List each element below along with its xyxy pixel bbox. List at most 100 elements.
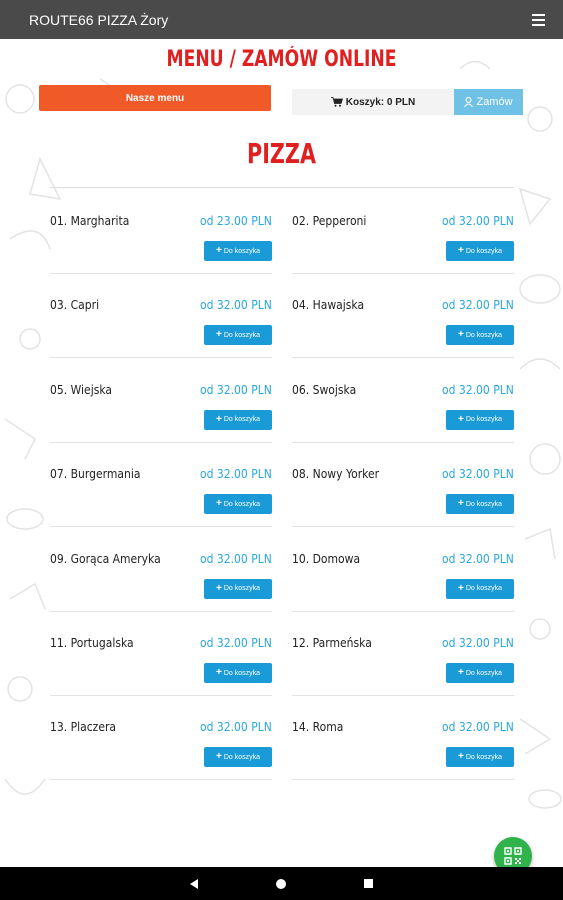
recents-square-icon[interactable] <box>364 879 373 888</box>
app-bar: ROUTE66 PIZZA Żory <box>0 0 563 39</box>
item-name: 08. Nowy Yorker <box>292 467 380 482</box>
item-price: od 23.00 PLN <box>200 214 272 228</box>
divider <box>50 441 272 443</box>
plus-icon: + <box>215 667 222 678</box>
shopping-cart-icon <box>330 97 343 107</box>
menu-item: 07. Burgermania od 32.00 PLN + Do koszyka <box>50 467 272 551</box>
menu-item: 06. Swojska od 32.00 PLN + Do koszyka <box>292 383 514 467</box>
item-price: od 32.00 PLN <box>442 636 514 650</box>
divider <box>50 695 272 696</box>
order-button[interactable]: Zamów <box>454 89 523 115</box>
add-to-cart-label: Do koszyka <box>223 247 261 255</box>
divider <box>50 273 272 274</box>
cart-summary[interactable]: Koszyk: 0 PLN <box>292 89 454 115</box>
item-name: 11. Portugalska <box>50 636 134 650</box>
menu-item: 10. Domowa od 32.00 PLN + Do koszyka <box>292 552 514 636</box>
plus-icon: + <box>457 245 464 256</box>
item-price: od 32.00 PLN <box>200 636 272 650</box>
add-to-cart-button[interactable]: + Do koszyka <box>204 241 272 261</box>
add-to-cart-button[interactable]: + Do koszyka <box>446 578 514 599</box>
hamburger-menu-icon[interactable] <box>527 9 549 31</box>
item-name: 02. Pepperoni <box>292 214 367 228</box>
divider <box>292 441 514 443</box>
add-to-cart-label: Do koszyka <box>223 416 261 424</box>
plus-icon: + <box>215 413 222 425</box>
add-to-cart-label: Do koszyka <box>465 247 503 255</box>
back-triangle-icon[interactable] <box>190 878 198 889</box>
plus-icon: + <box>215 751 222 763</box>
add-to-cart-button[interactable]: + Do koszyka <box>204 325 272 346</box>
item-price: od 32.00 PLN <box>442 382 514 397</box>
add-to-cart-label: Do koszyka <box>465 753 503 761</box>
item-name: 01. Margharita <box>50 214 130 228</box>
item-name: 14. Roma <box>292 720 344 735</box>
item-price: od 32.00 PLN <box>442 551 514 566</box>
add-to-cart-label: Do koszyka <box>223 500 261 508</box>
divider <box>292 273 514 274</box>
item-price: od 32.00 PLN <box>442 214 514 228</box>
add-to-cart-button[interactable]: + Do koszyka <box>204 409 272 430</box>
item-name: 04. Hawajska <box>292 298 365 313</box>
plus-icon: + <box>215 498 222 510</box>
menu-item: 05. Wiejska od 32.00 PLN + Do koszyka <box>50 383 272 467</box>
add-to-cart-label: Do koszyka <box>465 500 503 508</box>
page-heading: MENU / ZAMÓW ONLINE <box>166 47 397 72</box>
item-price: od 32.00 PLN <box>200 382 272 397</box>
our-menu-button[interactable]: Nasze menu <box>39 85 271 111</box>
section-title-pizza: PIZZA <box>247 137 316 170</box>
menu-item: 14. Roma od 32.00 PLN + Do koszyka <box>292 720 514 804</box>
add-to-cart-label: Do koszyka <box>465 416 503 424</box>
app-title: ROUTE66 PIZZA Żory <box>29 11 169 28</box>
cart-total: Koszyk: 0 PLN <box>345 96 416 108</box>
add-to-cart-label: Do koszyka <box>223 585 261 593</box>
qr-code-button[interactable] <box>494 837 532 867</box>
item-price: od 32.00 PLN <box>442 467 514 482</box>
divider <box>50 187 514 188</box>
item-name: 12. Parmeńska <box>292 636 372 650</box>
item-price: od 32.00 PLN <box>200 298 272 313</box>
add-to-cart-button[interactable]: + Do koszyka <box>446 241 514 261</box>
add-to-cart-label: Do koszyka <box>223 753 261 761</box>
plus-icon: + <box>457 582 464 594</box>
add-to-cart-button[interactable]: + Do koszyka <box>204 494 272 515</box>
menu-item: 11. Portugalska od 32.00 PLN + Do koszyka <box>50 636 272 720</box>
add-to-cart-button[interactable]: + Do koszyka <box>446 325 514 346</box>
add-to-cart-label: Do koszyka <box>465 331 503 339</box>
add-to-cart-button[interactable]: + Do koszyka <box>446 663 514 683</box>
plus-icon: + <box>457 498 464 510</box>
add-to-cart-button[interactable]: + Do koszyka <box>446 494 514 515</box>
divider <box>292 357 514 359</box>
add-to-cart-button[interactable]: + Do koszyka <box>204 663 272 683</box>
divider <box>292 526 514 528</box>
item-price: od 32.00 PLN <box>200 467 272 482</box>
add-to-cart-button[interactable]: + Do koszyka <box>204 747 272 768</box>
user-icon <box>464 97 474 107</box>
menu-item: 03. Capri od 32.00 PLN + Do koszyka <box>50 298 272 382</box>
main-content: MENU / ZAMÓW ONLINE Nasze menu Koszyk: 0… <box>0 39 563 867</box>
divider <box>50 357 272 359</box>
add-to-cart-label: Do koszyka <box>465 669 503 677</box>
item-price: od 32.00 PLN <box>442 298 514 313</box>
item-name: 09. Gorąca Ameryka <box>50 551 161 566</box>
add-to-cart-button[interactable]: + Do koszyka <box>446 747 514 768</box>
item-name: 05. Wiejska <box>50 382 113 397</box>
menu-item: 08. Nowy Yorker od 32.00 PLN + Do koszyka <box>292 467 514 551</box>
plus-icon: + <box>457 667 464 678</box>
add-to-cart-button[interactable]: + Do koszyka <box>204 578 272 599</box>
item-price: od 32.00 PLN <box>442 720 514 735</box>
add-to-cart-button[interactable]: + Do koszyka <box>446 409 514 430</box>
divider <box>292 610 514 612</box>
plus-icon: + <box>457 413 464 425</box>
add-to-cart-label: Do koszyka <box>223 331 261 339</box>
menu-item: 01. Margharita od 23.00 PLN + Do koszyka <box>50 214 272 298</box>
plus-icon: + <box>457 329 464 341</box>
plus-icon: + <box>215 245 222 256</box>
plus-icon: + <box>215 329 222 341</box>
add-to-cart-label: Do koszyka <box>223 669 261 677</box>
item-price: od 32.00 PLN <box>200 551 272 566</box>
home-circle-icon[interactable] <box>276 878 286 889</box>
qr-code-icon <box>504 847 522 865</box>
divider <box>50 779 272 781</box>
item-name: 07. Burgermania <box>50 467 141 482</box>
divider <box>50 526 272 528</box>
